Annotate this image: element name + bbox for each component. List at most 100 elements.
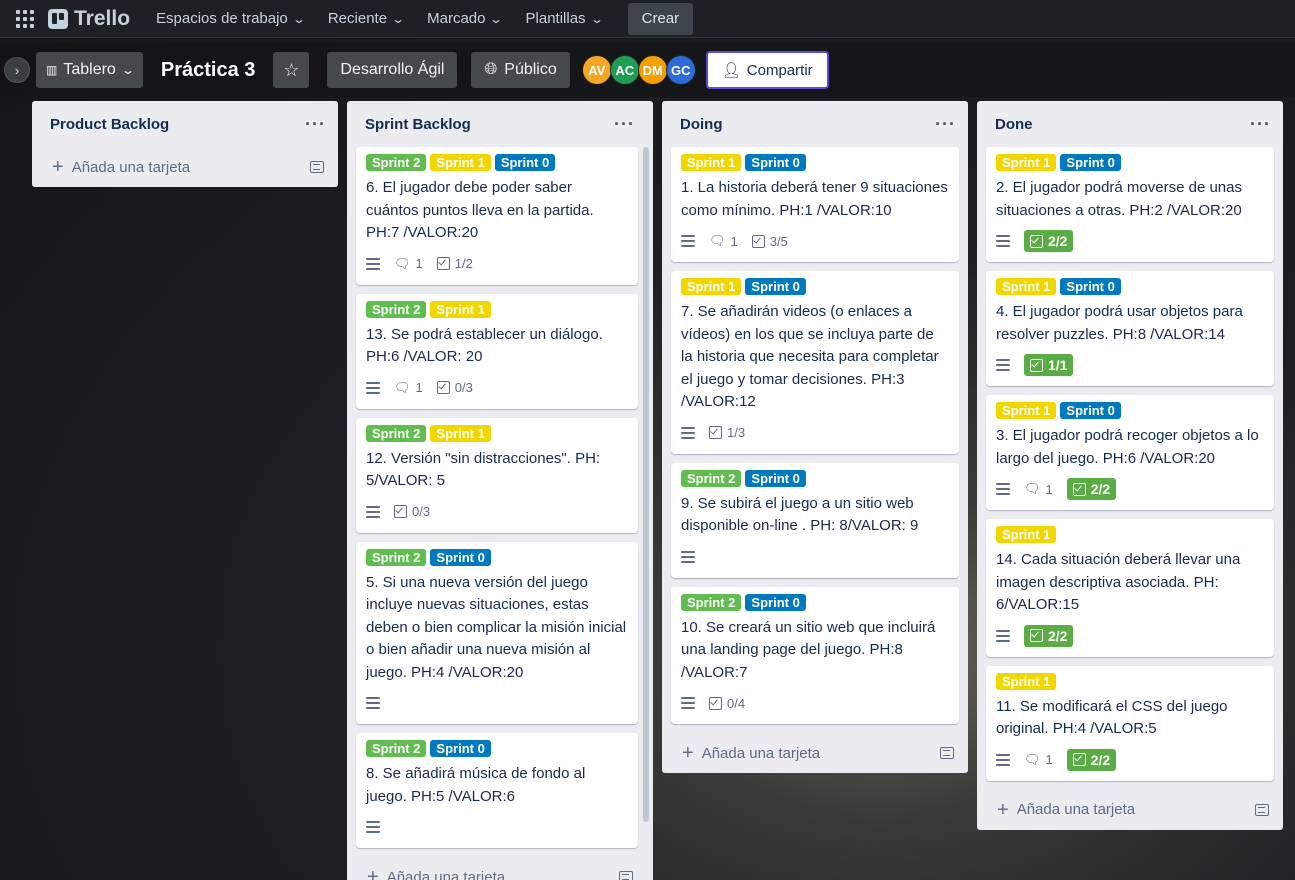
visibility-button[interactable]: 🌐︎ Público xyxy=(471,52,570,88)
expand-sidebar-icon[interactable]: › xyxy=(4,57,30,83)
card[interactable]: Sprint 2 Sprint 0 9. Se subirá el juego a … xyxy=(671,462,959,578)
nav-starred[interactable]: Marcado ⌄ xyxy=(415,3,513,35)
card-template-icon[interactable] xyxy=(940,747,954,759)
board-title[interactable]: Práctica 3 xyxy=(161,59,256,82)
card-label[interactable]: Sprint 2 xyxy=(366,424,427,442)
nav-workspaces-label: Espacios de trabajo xyxy=(156,10,288,27)
checklist-count: 2/2 xyxy=(1090,481,1111,497)
add-card-button[interactable]: + Añada una tarjeta xyxy=(997,800,1135,820)
card-labels: Sprint 1 Sprint 0 xyxy=(996,402,1264,419)
checklist-icon xyxy=(1030,358,1043,372)
card-badges xyxy=(681,544,949,570)
list-title[interactable]: Done xyxy=(995,116,1033,133)
trello-logo[interactable]: Trello xyxy=(48,7,130,31)
nav-starred-label: Marcado xyxy=(427,10,486,27)
card[interactable]: Sprint 2 Sprint 1 12. Versión "sin distrac… xyxy=(356,417,638,533)
card[interactable]: Sprint 2 Sprint 0 10. Se creará un sitio w… xyxy=(671,586,959,724)
plus-icon: + xyxy=(52,156,64,178)
nav-workspaces[interactable]: Espacios de trabajo ⌄ xyxy=(144,3,316,35)
card-badges: 🗨︎ 1 3/5 xyxy=(681,228,949,254)
card[interactable]: Sprint 1 Sprint 0 3. El jugador podrá reco… xyxy=(986,395,1274,510)
card-label[interactable]: Sprint 1 xyxy=(430,154,491,171)
card-label[interactable]: Sprint 0 xyxy=(430,740,491,757)
card-title: 12. Versión "sin distracciones". PH: 5/V… xyxy=(366,449,601,490)
card-label[interactable]: Sprint 2 xyxy=(366,740,427,757)
list-menu-icon[interactable]: ··· xyxy=(935,114,956,135)
card-labels: Sprint 1 xyxy=(996,672,1264,690)
add-card-button[interactable]: + Añada una tarjeta xyxy=(682,743,820,763)
card-label[interactable]: Sprint 2 xyxy=(681,469,742,487)
list-menu-icon[interactable]: ··· xyxy=(614,114,635,135)
create-button[interactable]: Crear xyxy=(627,2,694,35)
list-scrollbar[interactable] xyxy=(643,147,649,822)
card-label[interactable]: Sprint 0 xyxy=(430,548,491,566)
card-title: 14. Cada situación deberá llevar una ima… xyxy=(996,551,1241,613)
list-menu-icon[interactable]: ··· xyxy=(305,114,326,135)
card-label[interactable]: Sprint 0 xyxy=(745,278,806,295)
card-label[interactable]: Sprint 0 xyxy=(745,469,806,487)
card-title: 2. El jugador podrá moverse de unas situ… xyxy=(996,179,1242,219)
card-label[interactable]: Sprint 1 xyxy=(996,672,1057,690)
card-label[interactable]: Sprint 0 xyxy=(494,154,556,171)
card-template-icon[interactable] xyxy=(619,871,633,880)
app-switcher-icon[interactable] xyxy=(14,8,36,30)
member-avatar[interactable]: AV xyxy=(581,55,612,85)
member-avatar[interactable]: AC xyxy=(609,55,640,85)
comment-icon: 🗨︎ xyxy=(1024,751,1041,767)
card[interactable]: Sprint 1 14. Cada situación deberá llevar… xyxy=(986,519,1274,657)
card-label[interactable]: Sprint 0 xyxy=(1060,402,1121,419)
board-view-switcher[interactable]: ▥ Tablero ⌄ xyxy=(36,52,143,88)
nav-templates[interactable]: Plantillas ⌄ xyxy=(514,3,614,35)
card-label[interactable]: Sprint 1 xyxy=(430,300,491,318)
card[interactable]: Sprint 1 11. Se modificará el CSS del jue… xyxy=(986,665,1274,781)
card[interactable]: Sprint 1 Sprint 0 4. El jugador podrá usar… xyxy=(986,271,1274,386)
add-card-button[interactable]: + Añada una tarjeta xyxy=(52,157,190,177)
card-label[interactable]: Sprint 1 xyxy=(996,154,1057,171)
card-label[interactable]: Sprint 0 xyxy=(1060,278,1121,295)
card-label[interactable]: Sprint 2 xyxy=(681,593,742,611)
card-label[interactable]: Sprint 2 xyxy=(366,154,427,171)
workspace-button[interactable]: Desarrollo Ágil xyxy=(327,52,458,88)
card-label[interactable]: Sprint 1 xyxy=(996,278,1057,295)
card-badges: 0/3 xyxy=(366,499,628,525)
add-card-button[interactable]: + Añada una tarjeta xyxy=(367,867,505,880)
card-label[interactable]: Sprint 0 xyxy=(745,593,806,611)
card[interactable]: Sprint 1 Sprint 0 1. La historia deberá te… xyxy=(671,147,959,262)
card-label[interactable]: Sprint 1 xyxy=(681,154,742,171)
list-title[interactable]: Product Backlog xyxy=(50,116,169,133)
card-label[interactable]: Sprint 1 xyxy=(430,424,491,442)
card-label[interactable]: Sprint 1 xyxy=(681,278,742,295)
card-title: 13. Se podrá establecer un diálogo. PH:6… xyxy=(366,325,603,366)
member-avatar[interactable]: DM xyxy=(637,55,668,85)
list-title[interactable]: Doing xyxy=(680,116,723,133)
card-template-icon[interactable] xyxy=(1255,803,1269,816)
card-label[interactable]: Sprint 0 xyxy=(1060,154,1121,171)
card[interactable]: Sprint 2 Sprint 0 8. Se añadirá música de … xyxy=(356,733,638,848)
card[interactable]: Sprint 1 Sprint 0 7. Se añadirán videos (o… xyxy=(671,271,959,454)
card-label[interactable]: Sprint 0 xyxy=(745,154,806,171)
list-menu-icon[interactable]: ··· xyxy=(1250,114,1271,135)
comments-badge: 🗨︎ 1 xyxy=(1024,481,1053,497)
star-board-button[interactable]: ☆ xyxy=(273,52,310,88)
board-header: › ▥ Tablero ⌄ Práctica 3 ☆ Desarrollo Ág… xyxy=(0,43,1295,97)
card[interactable]: Sprint 2 Sprint 0 5. Si una nueva versión … xyxy=(356,541,638,724)
card-label[interactable]: Sprint 1 xyxy=(996,402,1057,419)
card-title: 4. El jugador podrá usar objetos para re… xyxy=(996,303,1243,343)
card[interactable]: Sprint 2 Sprint 1 Sprint 0 6. El jugador de… xyxy=(356,147,638,285)
card-label[interactable]: Sprint 2 xyxy=(366,548,427,566)
card-template-icon[interactable] xyxy=(310,161,324,173)
card[interactable]: Sprint 2 Sprint 1 13. Se podrá establecer … xyxy=(356,293,638,409)
share-button[interactable]: 👤︎ Compartir xyxy=(705,51,829,89)
board-view-icon: ▥ xyxy=(46,63,57,77)
card-labels: Sprint 2 Sprint 1 Sprint 0 xyxy=(366,154,628,171)
checklist-count: 0/3 xyxy=(454,380,473,395)
checklist-icon xyxy=(436,381,450,394)
card-label[interactable]: Sprint 2 xyxy=(366,300,427,318)
card[interactable]: Sprint 1 Sprint 0 2. El jugador podrá move… xyxy=(986,147,1274,262)
member-avatar[interactable]: GC xyxy=(665,55,696,85)
nav-recent[interactable]: Reciente ⌄ xyxy=(316,3,415,35)
card-label[interactable]: Sprint 1 xyxy=(996,526,1057,543)
description-icon xyxy=(996,235,1010,247)
list-title[interactable]: Sprint Backlog xyxy=(365,116,471,133)
comments-count: 1 xyxy=(415,256,423,271)
